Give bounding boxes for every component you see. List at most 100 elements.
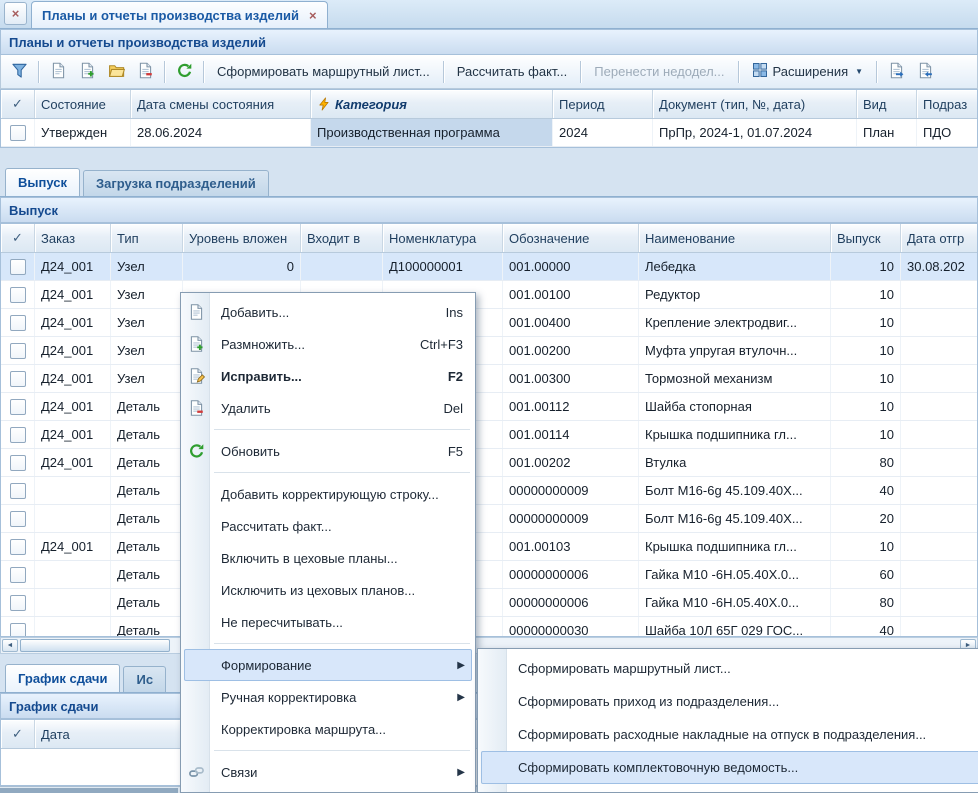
column-header[interactable]: Заказ [35, 224, 111, 252]
extensions-button[interactable]: Расширения ▼ [745, 58, 871, 85]
row-checkbox[interactable] [10, 483, 26, 499]
row-checkbox[interactable] [10, 287, 26, 303]
column-header[interactable]: Тип [111, 224, 183, 252]
delete-document-button[interactable] [132, 60, 158, 84]
menu-item[interactable]: Формирование▶ [184, 649, 472, 681]
column-header[interactable]: Выпуск [831, 224, 901, 252]
check-column-header[interactable]: ✓ [1, 720, 35, 748]
export-document-button[interactable] [883, 60, 909, 84]
column-header-category[interactable]: Категория [311, 90, 553, 118]
menu-item[interactable] [184, 788, 472, 793]
row-checkbox[interactable] [10, 567, 26, 583]
table-row[interactable]: Д24_001Узел001.00100Редуктор10 [1, 281, 977, 309]
menu-item[interactable]: Не пересчитывать... [184, 606, 472, 638]
cell: Узел [111, 337, 183, 364]
open-folder-button[interactable] [103, 60, 129, 84]
row-checkbox[interactable] [10, 623, 26, 638]
row-checkbox[interactable] [10, 511, 26, 527]
close-all-tabs-button[interactable]: × [4, 2, 27, 25]
menu-item[interactable]: Сформировать расходные накладные на отпу… [481, 718, 978, 751]
cell: 40 [831, 477, 901, 504]
tab-grafik-sdachi[interactable]: График сдачи [5, 664, 120, 692]
menu-item[interactable]: Корректировка маршрута... [184, 713, 472, 745]
tab-zagruzka-podrazdeleniy[interactable]: Загрузка подразделений [83, 170, 269, 196]
menu-item[interactable]: Сформировать приход из подразделения... [481, 685, 978, 718]
menu-item[interactable]: Добавить корректирующую строку... [184, 478, 472, 510]
scrollbar-thumb[interactable] [0, 788, 178, 793]
refresh-icon [188, 443, 205, 460]
scrollbar-thumb[interactable] [20, 639, 170, 652]
column-header[interactable]: Входит в [301, 224, 383, 252]
row-checkbox[interactable] [10, 399, 26, 415]
cell: 0 [183, 253, 301, 280]
table-row[interactable]: Д24_001Узел001.00400Крепление электродви… [1, 309, 977, 337]
cell: Д24_001 [35, 309, 111, 336]
check-column-header[interactable]: ✓ [1, 224, 35, 252]
column-header[interactable]: Подраз [917, 90, 978, 118]
checkbox-cell [1, 119, 35, 146]
cell [901, 309, 978, 336]
row-checkbox[interactable] [10, 539, 26, 555]
menu-item[interactable]: Добавить...Ins [184, 296, 472, 328]
filter-button[interactable] [6, 60, 32, 84]
column-header[interactable]: Уровень вложен [183, 224, 301, 252]
table-row[interactable]: Д24_001Узел001.00300Тормозной механизм10 [1, 365, 977, 393]
table-row[interactable]: Деталь00000000006Гайка М10 -6Н.05.40Х.0.… [1, 589, 977, 617]
import-document-button[interactable] [912, 60, 938, 84]
cell: Производственная программа [311, 119, 553, 146]
copy-document-button[interactable] [74, 60, 100, 84]
row-checkbox[interactable] [10, 259, 26, 275]
menu-separator [214, 472, 470, 473]
table-row[interactable]: Д24_001Узел001.00200Муфта упругая втулоч… [1, 337, 977, 365]
tab-close-icon[interactable]: × [309, 8, 317, 23]
menu-item[interactable]: ОбновитьF5 [184, 435, 472, 467]
table-row[interactable]: Д24_001Узел0Д100000001001.00000Лебедка10… [1, 253, 977, 281]
table-row[interactable]: Деталь00000000006Гайка М10 -6Н.05.40Х.0.… [1, 561, 977, 589]
menu-item[interactable]: Исключить из цеховых планов... [184, 574, 472, 606]
table-row[interactable]: Д24_001Деталь001.00103Крышка подшипника … [1, 533, 977, 561]
check-column-header[interactable]: ✓ [1, 90, 35, 118]
add-document-button[interactable] [45, 60, 71, 84]
column-header[interactable]: Дата смены состояния [131, 90, 311, 118]
menu-item[interactable]: УдалитьDel [184, 392, 472, 424]
table-row[interactable]: Утвержден28.06.2024Производственная прог… [1, 119, 977, 147]
table-row[interactable]: Д24_001Деталь001.00114Крышка подшипника … [1, 421, 977, 449]
row-checkbox[interactable] [10, 343, 26, 359]
menu-item[interactable]: Размножить...Ctrl+F3 [184, 328, 472, 360]
column-header[interactable]: Наименование [639, 224, 831, 252]
scroll-left-arrow[interactable]: ◄ [2, 639, 18, 652]
column-header[interactable]: Состояние [35, 90, 131, 118]
menu-item[interactable]: Сформировать комплектовочную ведомость..… [481, 751, 978, 784]
row-checkbox[interactable] [10, 371, 26, 387]
tab-partial[interactable]: Ис [123, 666, 166, 692]
menu-item[interactable]: Сформировать маршрутный лист... [481, 652, 978, 685]
menu-item[interactable]: Ручная корректировка▶ [184, 681, 472, 713]
calc-fact-button[interactable]: Рассчитать факт... [450, 60, 575, 83]
column-header[interactable]: Обозначение [503, 224, 639, 252]
column-header[interactable]: Номенклатура [383, 224, 503, 252]
row-checkbox[interactable] [10, 427, 26, 443]
table-row[interactable]: Деталь00000000030Шайба 10Л 65Г 029 ГОС..… [1, 617, 977, 637]
column-header[interactable]: Дата отгр [901, 224, 978, 252]
section-tabstrip: Выпуск Загрузка подразделений [0, 169, 978, 197]
table-row[interactable]: Д24_001Деталь001.00112Шайба стопорная10 [1, 393, 977, 421]
row-checkbox[interactable] [10, 315, 26, 331]
table-row[interactable]: Деталь00000000009Болт М16-6g 45.109.40Х.… [1, 477, 977, 505]
table-row[interactable]: Д24_001Деталь001.00202Втулка80 [1, 449, 977, 477]
checkbox-cell [1, 393, 35, 420]
column-header[interactable]: Период [553, 90, 653, 118]
row-checkbox[interactable] [10, 125, 26, 141]
refresh-button[interactable] [171, 60, 197, 84]
row-checkbox[interactable] [10, 455, 26, 471]
column-header[interactable]: Вид [857, 90, 917, 118]
menu-item[interactable]: Исправить...F2 [184, 360, 472, 392]
menu-item[interactable]: Включить в цеховые планы... [184, 542, 472, 574]
column-header[interactable]: Документ (тип, №, дата) [653, 90, 857, 118]
row-checkbox[interactable] [10, 595, 26, 611]
format-route-list-button[interactable]: Сформировать маршрутный лист... [210, 60, 437, 83]
menu-item[interactable]: Связи▶ [184, 756, 472, 788]
tab-vypusk[interactable]: Выпуск [5, 168, 80, 196]
menu-item[interactable]: Рассчитать факт... [184, 510, 472, 542]
table-row[interactable]: Деталь00000000009Болт М16-6g 45.109.40Х.… [1, 505, 977, 533]
tab-plans-and-reports[interactable]: Планы и отчеты производства изделий × [31, 1, 328, 28]
